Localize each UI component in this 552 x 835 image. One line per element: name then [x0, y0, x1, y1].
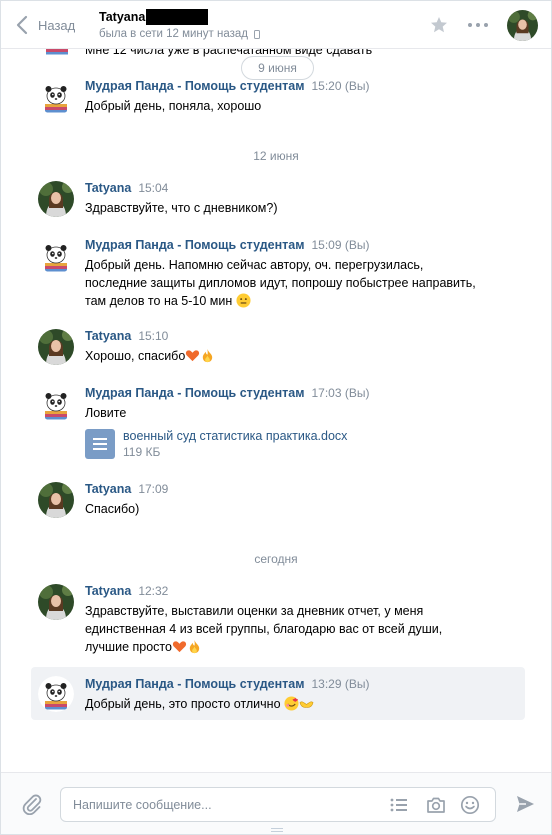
message-author[interactable]: Мудрая Панда - Помощь студентам 13:29 (Вы… [85, 677, 369, 691]
send-icon[interactable] [515, 794, 535, 814]
smile-icon[interactable] [460, 795, 480, 815]
message-text: Добрый день. Напомню сейчас автору, оч. … [85, 258, 476, 308]
document-name[interactable]: военный суд статистика практика.docx [123, 429, 347, 443]
message-time[interactable]: 15:20 [311, 79, 341, 93]
message-time[interactable]: 13:29 [311, 677, 341, 691]
message-input[interactable] [73, 788, 373, 821]
message-text: Здравствуйте, что с дневником?) [85, 201, 278, 215]
avatar[interactable] [38, 181, 74, 217]
message: Мудрая Панда - Помощь студентам 15:20 (Вы… [31, 79, 525, 121]
chevron-left-icon [16, 15, 28, 35]
avatar[interactable] [38, 386, 74, 422]
handshake-emoji-icon [299, 696, 314, 711]
message-selected[interactable]: Мудрая Панда - Помощь студентам 13:29 (Вы… [31, 667, 525, 720]
chat-header: Назад Tatyana была в сети 12 минут назад [1, 1, 551, 49]
message-author[interactable]: Tatyana 17:09 [85, 482, 168, 496]
message-author[interactable]: Мудрая Панда - Помощь студентам 15:20 (Вы… [85, 79, 369, 93]
peer-avatar[interactable] [507, 10, 538, 41]
document-icon [85, 429, 115, 459]
message: Tatyana 12:32 Здравствуйте, выставили оце… [31, 584, 525, 664]
message-text: Спасибо) [85, 502, 140, 516]
document-size: 119 КБ [123, 445, 161, 459]
smiling-face-with-hearts-emoji-icon [284, 696, 299, 711]
message-text: Хорошо, спасибо [85, 347, 485, 365]
avatar[interactable] [38, 676, 74, 712]
message-text: Ловите [85, 406, 127, 420]
star-icon[interactable] [430, 16, 448, 34]
avatar[interactable] [38, 329, 74, 365]
neutral-face-emoji-icon [236, 293, 251, 308]
message-time[interactable]: 17:09 [138, 482, 168, 496]
message-author[interactable]: Мудрая Панда - Помощь студентам 15:09 (Вы… [85, 238, 369, 252]
resize-handle[interactable] [271, 828, 283, 832]
date-separator: сегодня [254, 552, 298, 566]
message-time[interactable]: 15:10 [138, 329, 168, 343]
fire-emoji-icon [187, 639, 202, 654]
floating-date-badge: 9 июня [241, 56, 314, 80]
avatar[interactable] [38, 79, 74, 115]
message-time[interactable]: 15:09 [311, 238, 341, 252]
avatar [39, 49, 75, 57]
message-time[interactable]: 12:32 [138, 584, 168, 598]
message-history[interactable]: Мне 12 числа уже в распечатанном виде сд… [1, 49, 551, 772]
message-time[interactable]: 15:04 [138, 181, 168, 195]
redacted-surname [146, 9, 209, 25]
peer-status-row: была в сети 12 минут назад [99, 28, 260, 40]
message-input-box [60, 787, 496, 822]
peer-info[interactable]: Tatyana была в сети 12 минут назад [99, 9, 260, 40]
peer-name-row: Tatyana [99, 9, 260, 25]
avatar[interactable] [38, 482, 74, 518]
message-time[interactable]: 17:03 [311, 386, 341, 400]
camera-icon[interactable] [426, 796, 446, 814]
peer-status: была в сети 12 минут назад [99, 28, 248, 40]
heart-emoji-icon [185, 348, 200, 363]
back-button[interactable]: Назад [15, 13, 75, 37]
back-label: Назад [38, 17, 76, 33]
mobile-phone-icon [253, 29, 260, 39]
message-text: Мне 12 числа уже в распечатанном виде сд… [85, 49, 373, 57]
message-author[interactable]: Tatyana 15:04 [85, 181, 168, 195]
avatar[interactable] [38, 584, 74, 620]
peer-name: Tatyana [99, 10, 146, 24]
document-attachment[interactable]: военный суд статистика практика.docx 119… [85, 429, 347, 459]
message-text: Добрый день, это просто отлично [85, 695, 485, 713]
message: Tatyana 15:04 Здравствуйте, что с дневник… [31, 181, 525, 223]
message-text: Добрый день, поняла, хорошо [85, 99, 262, 113]
messenger-window: Назад Tatyana была в сети 12 минут назад… [0, 0, 552, 835]
message-composer [1, 772, 551, 834]
message: Мудрая Панда - Помощь студентам 15:09 (Вы… [31, 238, 525, 318]
message-author[interactable]: Мудрая Панда - Помощь студентам 17:03 (Вы… [85, 386, 369, 400]
heart-emoji-icon [172, 639, 187, 654]
message-text: Здравствуйте, выставили оценки за дневни… [85, 604, 443, 654]
paperclip-icon[interactable] [21, 793, 43, 815]
message-author[interactable]: Tatyana 12:32 [85, 584, 168, 598]
message: Мудрая Панда - Помощь студентам 17:03 (Вы… [31, 386, 525, 466]
message-author[interactable]: Tatyana 15:10 [85, 329, 168, 343]
fire-emoji-icon [200, 348, 215, 363]
avatar[interactable] [38, 238, 74, 274]
list-icon[interactable] [389, 796, 409, 814]
message: Tatyana 17:09 Спасибо) [31, 482, 525, 524]
message: Tatyana 15:10 Хорошо, спасибо [31, 329, 525, 371]
date-separator: 12 июня [253, 149, 299, 163]
more-dots-icon[interactable] [468, 17, 488, 33]
